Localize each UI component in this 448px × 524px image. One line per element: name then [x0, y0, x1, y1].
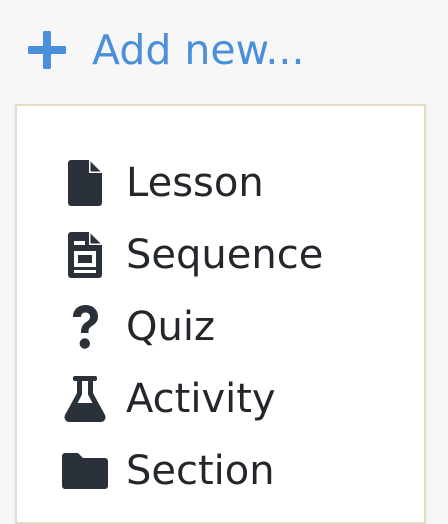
menu-item-label: Quiz [126, 304, 215, 350]
menu-item-quiz[interactable]: Quiz [17, 295, 424, 359]
folder-icon [59, 439, 111, 503]
menu-item-label: Activity [126, 376, 276, 422]
add-new-button[interactable]: Add new... [26, 22, 305, 78]
file-list-icon [59, 223, 111, 287]
plus-icon [26, 22, 68, 78]
menu-item-label: Sequence [126, 232, 324, 278]
menu-item-sequence[interactable]: Sequence [17, 223, 424, 287]
menu-item-section[interactable]: Section [17, 439, 424, 503]
menu-item-label: Lesson [126, 160, 264, 206]
flask-icon [59, 367, 111, 431]
menu-item-lesson[interactable]: Lesson [17, 151, 424, 215]
add-new-menu: Lesson Sequence Quiz Activity Section [15, 104, 426, 524]
file-icon [59, 151, 111, 215]
menu-item-activity[interactable]: Activity [17, 367, 424, 431]
menu-item-label: Section [126, 448, 275, 494]
add-new-label: Add new... [92, 26, 305, 74]
question-icon [59, 295, 111, 359]
